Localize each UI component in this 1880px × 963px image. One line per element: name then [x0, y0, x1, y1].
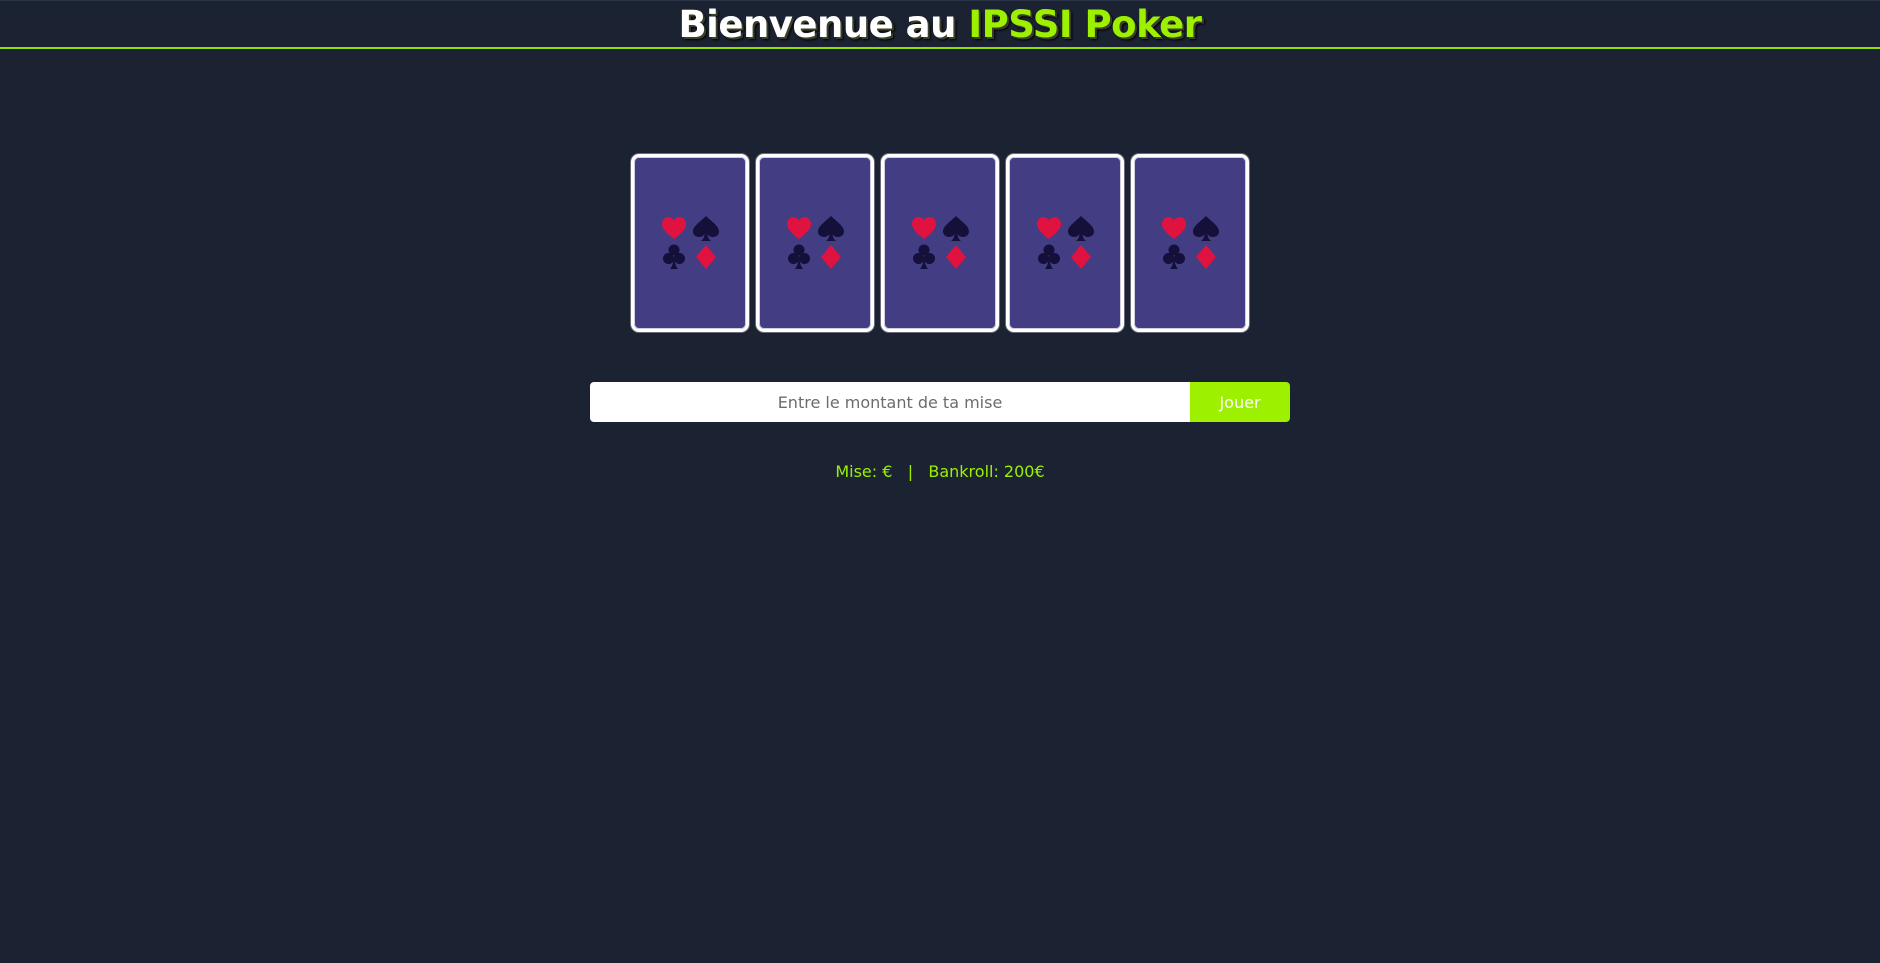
page-title: Bienvenue au IPSSI Poker: [678, 2, 1202, 46]
heart-icon: [912, 217, 936, 239]
status-bar: Mise: € | Bankroll: 200€: [0, 462, 1880, 481]
club-icon: [788, 244, 810, 269]
title-brand: IPSSI Poker: [968, 2, 1202, 46]
spade-icon: [818, 216, 844, 241]
heart-icon: [1162, 217, 1186, 239]
spade-icon: [1068, 216, 1094, 241]
bet-amount-input[interactable]: [590, 382, 1190, 422]
card-back-3: [881, 154, 999, 332]
card-back-5: [1131, 154, 1249, 332]
bankroll-display: Bankroll: 200€: [928, 462, 1045, 481]
page-header: Bienvenue au IPSSI Poker: [0, 0, 1880, 49]
card-back-2: [756, 154, 874, 332]
diamond-icon: [1196, 245, 1216, 269]
heart-icon: [787, 217, 811, 239]
card-suits-icon: [787, 216, 844, 269]
title-prefix: Bienvenue au: [678, 2, 969, 46]
club-icon: [1038, 244, 1060, 269]
card-suits-icon: [1162, 216, 1219, 269]
card-hand: [631, 154, 1249, 332]
play-button[interactable]: Jouer: [1190, 382, 1290, 422]
bet-display: Mise: €: [835, 462, 893, 481]
diamond-icon: [821, 245, 841, 269]
club-icon: [663, 244, 685, 269]
diamond-icon: [1071, 245, 1091, 269]
diamond-icon: [696, 245, 716, 269]
diamond-icon: [946, 245, 966, 269]
spade-icon: [1193, 216, 1219, 241]
club-icon: [913, 244, 935, 269]
card-suits-icon: [912, 216, 969, 269]
card-suits-icon: [662, 216, 719, 269]
bet-form: Jouer: [590, 382, 1290, 422]
heart-icon: [1037, 217, 1061, 239]
club-icon: [1163, 244, 1185, 269]
card-back-1: [631, 154, 749, 332]
heart-icon: [662, 217, 686, 239]
card-suits-icon: [1037, 216, 1094, 269]
spade-icon: [943, 216, 969, 241]
spade-icon: [693, 216, 719, 241]
card-back-4: [1006, 154, 1124, 332]
status-separator: |: [907, 462, 914, 481]
